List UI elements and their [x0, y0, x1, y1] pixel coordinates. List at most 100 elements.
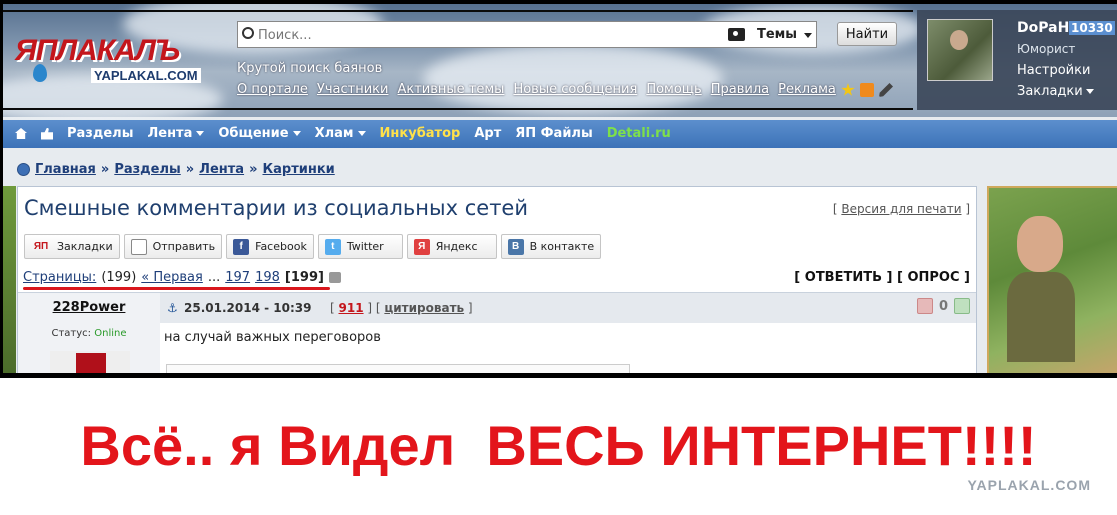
share-email-button[interactable]: Отправить [123, 234, 223, 259]
quote-link[interactable]: цитировать [384, 301, 464, 315]
link-active-topics[interactable]: Активные темы [397, 82, 504, 97]
search-button[interactable]: Найти [837, 22, 897, 46]
chevron-down-icon [357, 131, 366, 136]
pagination: Страницы: (199) « Первая ... 197 198 [19… [23, 270, 341, 285]
post-image-preview [166, 364, 630, 373]
post-number-link[interactable]: 911 [339, 301, 364, 315]
share-yandex-button[interactable]: Я Яндекс [406, 234, 497, 259]
share-vk-button[interactable]: B В контакте [500, 234, 602, 259]
post-rating: 0 [916, 298, 970, 314]
search-box: Темы [237, 21, 817, 48]
link-new-posts[interactable]: Новые сообщения [513, 82, 637, 97]
reply-button[interactable]: [ ОТВЕТИТЬ ] [794, 270, 892, 285]
logo-text: ЯПЛАКАЛЪ [15, 34, 180, 67]
yp-icon: ЯП [33, 240, 49, 252]
status-label: Статус: [51, 328, 92, 339]
nav-chat[interactable]: Общение [218, 126, 301, 141]
facebook-icon: f [233, 238, 250, 255]
link-ads[interactable]: Реклама [778, 82, 836, 97]
page-current: [199] [284, 270, 324, 285]
meme-caption: Всё.. я Видел ВЕСЬ ИНТЕРНЕТ!!!! [80, 414, 1037, 477]
pages-label[interactable]: Страницы: [23, 270, 96, 285]
site-logo[interactable]: ЯПЛАКАЛЪ YAPLAKAL.COM [15, 34, 210, 86]
user-avatar[interactable] [927, 19, 993, 81]
user-panel: DoPaH 10330 Юморист Настройки Закладки [917, 10, 1117, 110]
chevron-down-icon [292, 131, 301, 136]
post-number: [ 911 ] [ цитировать ] [330, 301, 473, 315]
share-facebook-button[interactable]: f Facebook [226, 234, 314, 259]
poll-button[interactable]: [ ОПРОС ] [897, 270, 970, 285]
main-nav: Разделы Лента Общение Хлам Инкубатор Арт… [3, 120, 1117, 148]
link-about[interactable]: О портале [237, 82, 308, 97]
star-icon[interactable] [841, 83, 855, 96]
bookmarks-menu[interactable]: Закладки [1017, 84, 1094, 99]
breadcrumb-sections[interactable]: Разделы [114, 162, 180, 177]
nav-incubator[interactable]: Инкубатор [380, 126, 461, 141]
nav-detali[interactable]: Detali.ru [607, 126, 671, 141]
nav-sections[interactable]: Разделы [67, 126, 133, 141]
chevron-down-icon[interactable] [804, 33, 812, 38]
watermark: YAPLAKAL.COM [967, 477, 1091, 493]
share-label: Twitter [346, 240, 384, 253]
anchor-icon[interactable]: ⚓ [167, 301, 178, 315]
search-input[interactable] [258, 26, 718, 44]
top-links: О портале Участники Активные темы Новые … [237, 82, 836, 97]
page-198[interactable]: 198 [255, 270, 280, 285]
breadcrumb-pictures[interactable]: Картинки [262, 162, 334, 177]
topic-actions: [ ОТВЕТИТЬ ] [ ОПРОС ] [794, 270, 970, 285]
share-label: Отправить [152, 240, 216, 253]
nav-feed-label: Лента [147, 126, 193, 141]
user-name[interactable]: DoPaH [1017, 20, 1069, 36]
breadcrumb-feed[interactable]: Лента [199, 162, 244, 177]
pages-ellipsis: ... [207, 270, 221, 285]
share-label: Facebook [255, 240, 307, 253]
like-icon[interactable] [41, 127, 53, 140]
home-icon[interactable] [15, 128, 27, 139]
rating-value: 0 [938, 298, 948, 314]
link-members[interactable]: Участники [317, 82, 389, 97]
link-rules[interactable]: Правила [711, 82, 769, 97]
chevron-down-icon [1085, 89, 1094, 94]
print-version-link[interactable]: Версия для печати [841, 202, 961, 216]
screenshot-frame: ЯПЛАКАЛЪ YAPLAKAL.COM Темы Найти Крутой … [0, 0, 1117, 378]
share-twitter-button[interactable]: t Twitter [317, 234, 403, 259]
nav-art[interactable]: Арт [474, 126, 501, 141]
thumb-up-icon[interactable] [954, 298, 970, 314]
yandex-icon: Я [413, 238, 430, 255]
share-bookmarks-button[interactable]: ЯП Закладки [24, 234, 120, 259]
drop-icon [33, 64, 47, 82]
rss-icon[interactable] [860, 83, 874, 97]
settings-link[interactable]: Настройки [1017, 63, 1090, 78]
nav-junk[interactable]: Хлам [315, 126, 366, 141]
topic-panel: Смешные комментарии из социальных сетей … [17, 186, 977, 373]
author-avatar[interactable] [50, 351, 130, 373]
camera-icon[interactable] [728, 28, 745, 41]
post: 228Power Статус: Online ⚓ 25.01.2014 - 1… [18, 292, 976, 373]
post-date: 25.01.2014 - 10:39 [184, 301, 312, 315]
page-197[interactable]: 197 [225, 270, 250, 285]
search-scope-select[interactable]: Темы [757, 27, 797, 42]
share-label: В контакте [529, 240, 595, 253]
side-banner-image[interactable] [987, 186, 1117, 373]
link-help[interactable]: Помощь [646, 82, 701, 97]
nav-files[interactable]: ЯП Файлы [515, 126, 592, 141]
nav-feed[interactable]: Лента [147, 126, 205, 141]
user-reputation: 10330 [1069, 21, 1115, 35]
twitter-icon: t [324, 238, 341, 255]
breadcrumb-home[interactable]: Главная [35, 162, 96, 177]
share-bar: ЯП Закладки Отправить f Facebook t Twitter … [24, 234, 602, 259]
page-first[interactable]: « Первая [141, 270, 203, 285]
post-author[interactable]: 228Power [18, 300, 160, 315]
vk-icon: B [507, 238, 524, 255]
user-rank: Юморист [1017, 42, 1076, 56]
breadcrumb-icon [17, 163, 30, 176]
search-tagline[interactable]: Крутой поиск баянов [237, 61, 382, 76]
author-status: Статус: Online [18, 328, 160, 339]
pages-dropdown-icon[interactable] [328, 272, 341, 283]
topic-title: Смешные комментарии из социальных сетей [24, 196, 528, 220]
pencil-icon[interactable] [879, 83, 893, 97]
pages-count: (199) [101, 270, 137, 285]
logo-subtext: YAPLAKAL.COM [91, 68, 201, 83]
thumb-down-icon[interactable] [916, 298, 933, 314]
nav-junk-label: Хлам [314, 126, 354, 141]
